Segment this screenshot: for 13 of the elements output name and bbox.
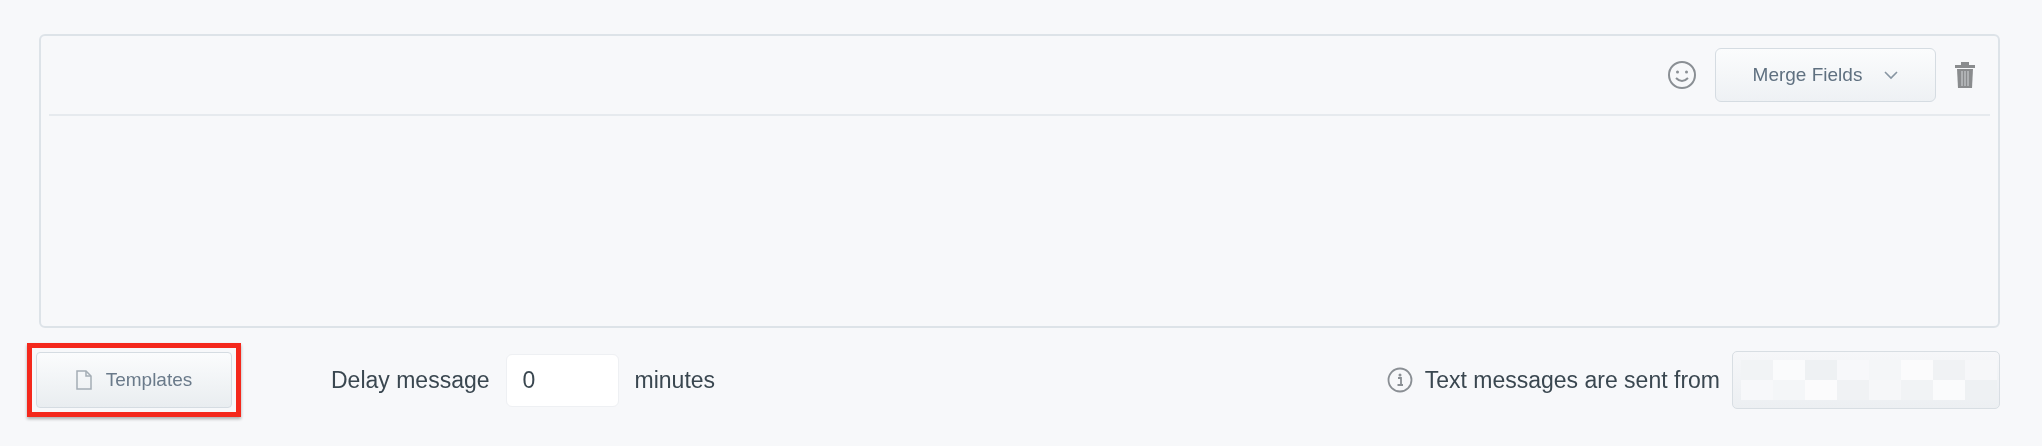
minutes-label: minutes: [634, 365, 716, 395]
templates-button[interactable]: Templates: [36, 352, 232, 408]
delay-input[interactable]: 0: [505, 353, 619, 407]
caret-icon: [1884, 70, 1899, 80]
merge-fields-dropdown[interactable]: Merge Fields: [1715, 48, 1936, 102]
document-icon: [75, 370, 92, 390]
message-editor[interactable]: Merge Fields: [39, 34, 2000, 328]
info-icon: [1386, 367, 1413, 393]
delay-label: Delay message: [331, 365, 490, 395]
emoji-icon[interactable]: [1667, 60, 1697, 90]
trash-icon[interactable]: [1954, 61, 1976, 89]
sender-field[interactable]: [1732, 351, 2000, 409]
sender-label: Text messages are sent from: [1424, 365, 1720, 395]
